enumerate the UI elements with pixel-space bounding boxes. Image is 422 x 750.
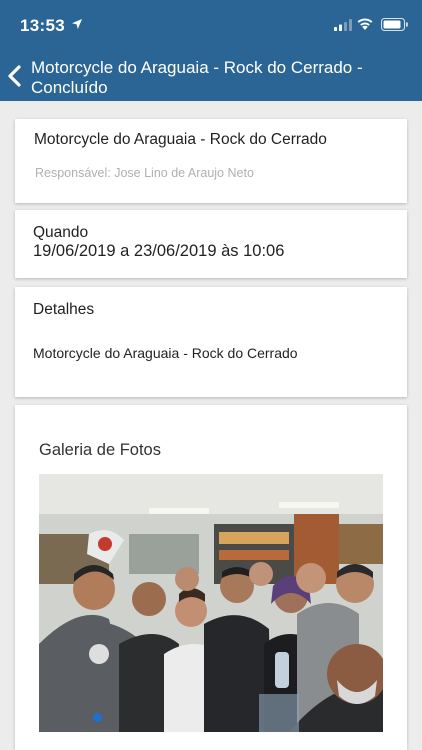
wifi-icon — [357, 18, 373, 30]
details-label: Detalhes — [33, 301, 95, 318]
photo-gallery-card: Galeria de Fotos — [15, 405, 407, 750]
location-arrow-icon — [72, 19, 82, 29]
responsible-person: Responsável: Jose Lino de Araujo Neto — [35, 166, 254, 180]
event-card: Motorcycle do Araguaia - Rock do Cerrado… — [15, 119, 407, 203]
when-label: Quando — [33, 224, 89, 241]
page-title: Motorcycle do Araguaia - Rock do Cerrado… — [31, 58, 363, 97]
when-date-range: 19/06/2019 a 23/06/2019 às 10:06 — [33, 242, 285, 260]
details-text: Motorcycle do Araguaia - Rock do Cerrado — [33, 345, 298, 361]
gallery-photo[interactable] — [39, 474, 383, 732]
photo-page-indicator[interactable] — [93, 713, 102, 722]
details-card: Detalhes Motorcycle do Araguaia - Rock d… — [15, 287, 407, 397]
status-time: 13:53 — [20, 16, 65, 35]
group-selfie-image — [39, 474, 383, 732]
event-name: Motorcycle do Araguaia - Rock do Cerrado — [34, 131, 327, 148]
back-button[interactable] — [4, 60, 26, 92]
status-bar: 13:53 — [0, 0, 422, 54]
nav-bar: Motorcycle do Araguaia - Rock do Cerrado… — [0, 54, 422, 101]
battery-icon — [381, 18, 408, 31]
when-card: Quando 19/06/2019 a 23/06/2019 às 10:06 — [15, 210, 407, 278]
gallery-title: Galeria de Fotos — [39, 441, 161, 459]
cellular-signal-icon — [334, 19, 352, 31]
